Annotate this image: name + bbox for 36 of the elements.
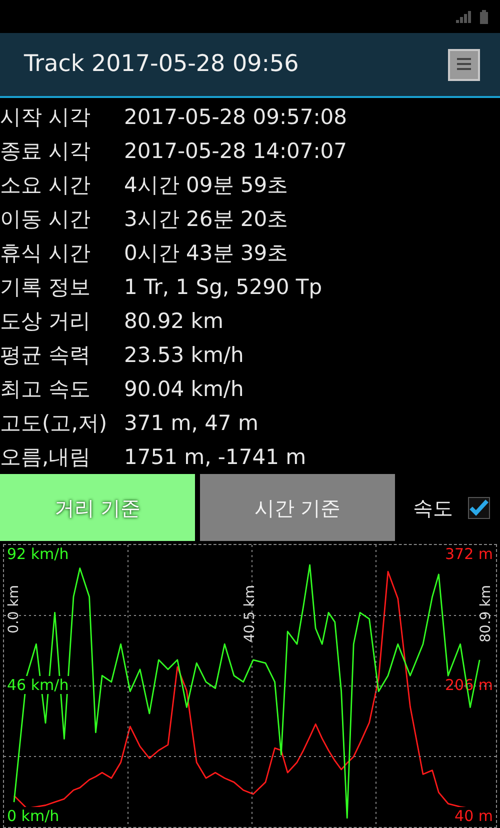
info-value: 80.92 km: [124, 310, 224, 332]
info-label: 종료 시각: [0, 140, 92, 162]
info-label: 기록 정보: [0, 276, 92, 298]
speed-label: 속도: [413, 494, 453, 522]
info-value: 4시간 09분 59초: [124, 174, 288, 196]
speed-checkbox[interactable]: [468, 496, 490, 518]
info-label: 고도(고,저): [0, 412, 108, 434]
check-icon: [469, 498, 489, 516]
info-value: 2017-05-28 09:57:08: [124, 106, 348, 128]
info-value: 90.04 km/h: [124, 378, 244, 400]
info-label: 평균 속력: [0, 344, 92, 366]
info-value: 1751 m, -1741 m: [124, 446, 306, 468]
speed-axis-label: 46 km/h: [6, 676, 70, 694]
info-value: 371 m, 47 m: [124, 412, 258, 434]
info-label: 도상 거리: [0, 310, 92, 332]
info-label: 오름,내림: [0, 446, 92, 468]
signal-icon: [456, 10, 472, 22]
info-label: 이동 시간: [0, 208, 92, 230]
menu-button[interactable]: [448, 48, 480, 80]
mode-tab[interactable]: 시간 기준: [200, 474, 395, 541]
distance-axis-label: 40.5 km: [242, 585, 258, 642]
info-label: 최고 속도: [0, 378, 92, 400]
info-label: 소요 시간: [0, 174, 92, 196]
track-title: Track 2017-05-28 09:56: [24, 50, 299, 80]
speed-axis-label: 92 km/h: [6, 545, 70, 563]
battery-icon: [480, 10, 488, 24]
info-value: 3시간 26분 20초: [124, 208, 288, 230]
distance-axis-label: 0.0 km: [6, 585, 22, 634]
speed-axis-label: 0 km/h: [6, 807, 60, 825]
info-label: 시작 시각: [0, 106, 92, 128]
info-value: 0시간 43분 39초: [124, 242, 288, 264]
info-label: 휴식 시간: [0, 242, 92, 264]
info-value: 2017-05-28 14:07:07: [124, 140, 348, 162]
info-value: 23.53 km/h: [124, 344, 244, 366]
info-value: 1 Tr, 1 Sg, 5290 Tp: [124, 276, 322, 298]
distance-axis-label: 80.9 km: [478, 585, 494, 642]
